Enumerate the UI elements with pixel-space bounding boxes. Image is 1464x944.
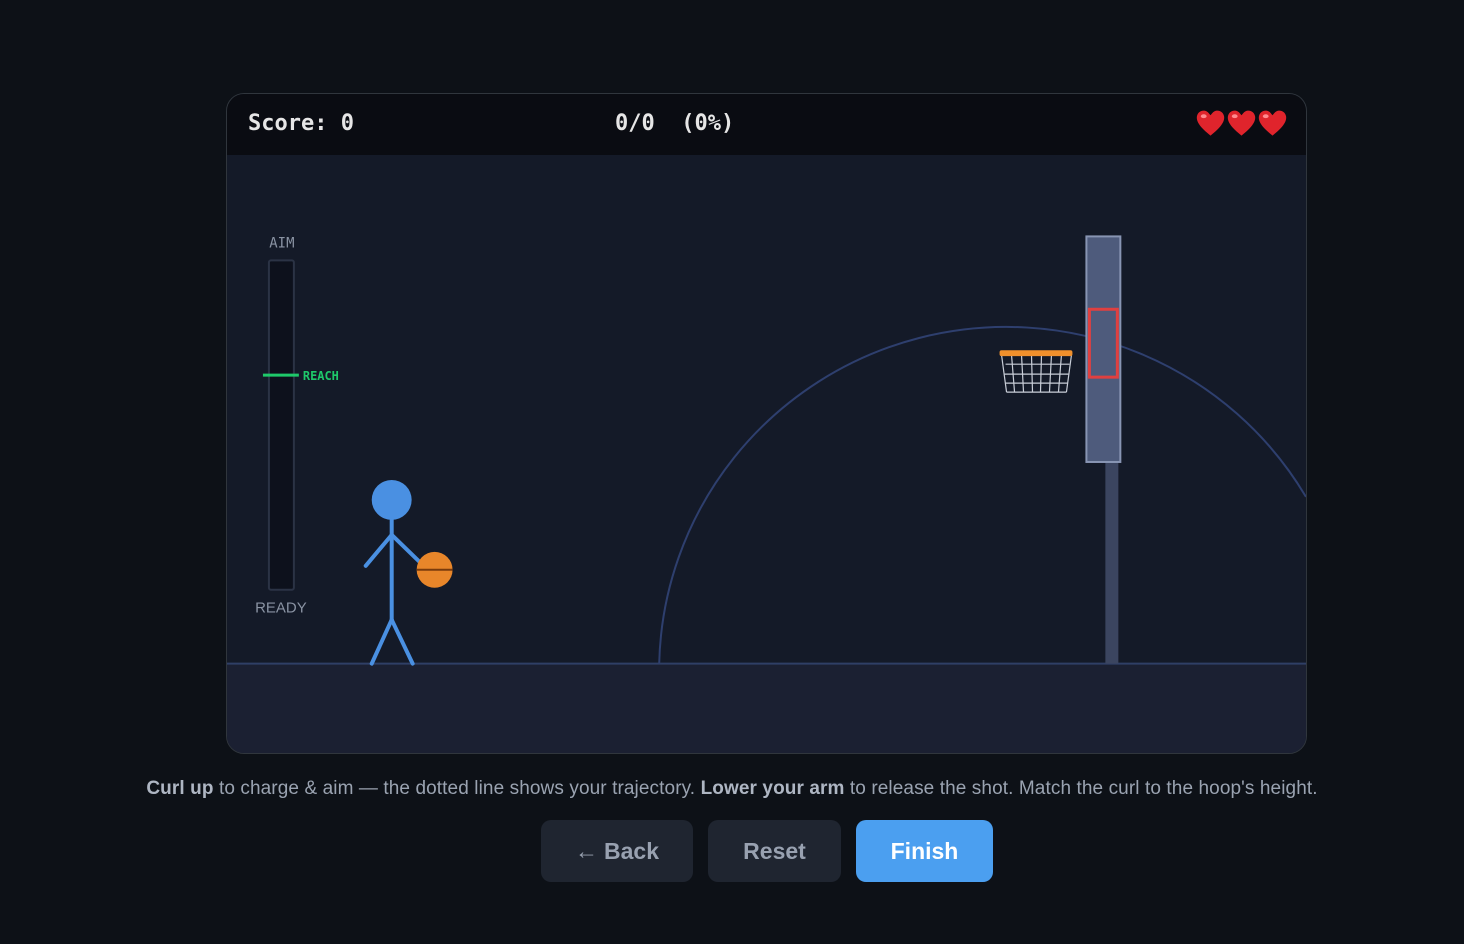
instruction-curl-up: Curl up <box>146 778 214 799</box>
court-floor <box>227 663 1306 753</box>
shot-stats: 0/0 (0%) <box>615 111 735 136</box>
game-canvas: Score: 0 0/0 (0%) AIM REACH READY <box>226 93 1307 754</box>
three-point-arc <box>658 325 1306 664</box>
reset-button-label: Reset <box>743 837 806 864</box>
player-left-leg <box>369 617 394 666</box>
backboard <box>1085 235 1122 463</box>
aim-meter-bottom-label: READY <box>255 600 307 617</box>
player-right-leg <box>389 617 415 666</box>
reach-label: REACH <box>303 369 339 383</box>
instruction-aim-text: to charge & aim — the dotted line shows … <box>213 778 701 799</box>
back-button-label: Back <box>604 837 659 864</box>
hoop-pole <box>1105 455 1119 664</box>
instructions-text: Curl up to charge & aim — the dotted lin… <box>0 778 1464 800</box>
back-button[interactable]: ← Back <box>541 820 693 882</box>
shots-made: 0 <box>615 111 629 136</box>
heart-icon <box>1227 110 1256 136</box>
player-right-arm <box>389 532 426 568</box>
player-figure <box>363 479 426 666</box>
shots-total: 0 <box>641 111 655 136</box>
arrow-left-icon: ← <box>575 837 598 864</box>
score-value: 0 <box>340 111 354 136</box>
lives-display <box>1195 108 1288 138</box>
score-label: Score: <box>248 111 328 136</box>
finish-button[interactable]: Finish <box>856 820 993 882</box>
shot-percentage: (0%) <box>681 111 735 136</box>
instruction-release-text: to release the shot. Match the curl to t… <box>844 778 1318 799</box>
player-head <box>371 479 412 520</box>
instruction-lower-arm: Lower your arm <box>700 778 845 799</box>
player-left-arm <box>363 532 394 568</box>
hoop-net <box>1000 355 1073 393</box>
aim-meter-top-label: AIM <box>269 235 294 251</box>
finish-button-label: Finish <box>890 837 959 864</box>
heart-icon <box>1258 110 1287 136</box>
reset-button[interactable]: Reset <box>708 820 841 882</box>
aim-meter-track <box>267 259 295 591</box>
court-scene: AIM REACH READY <box>227 235 1306 753</box>
basketball <box>416 551 453 588</box>
hud-bar: Score: 0 0/0 (0%) <box>227 94 1306 155</box>
score-display: Score: 0 <box>248 111 354 136</box>
heart-icon <box>1196 110 1225 136</box>
hoop-rim <box>999 350 1073 357</box>
